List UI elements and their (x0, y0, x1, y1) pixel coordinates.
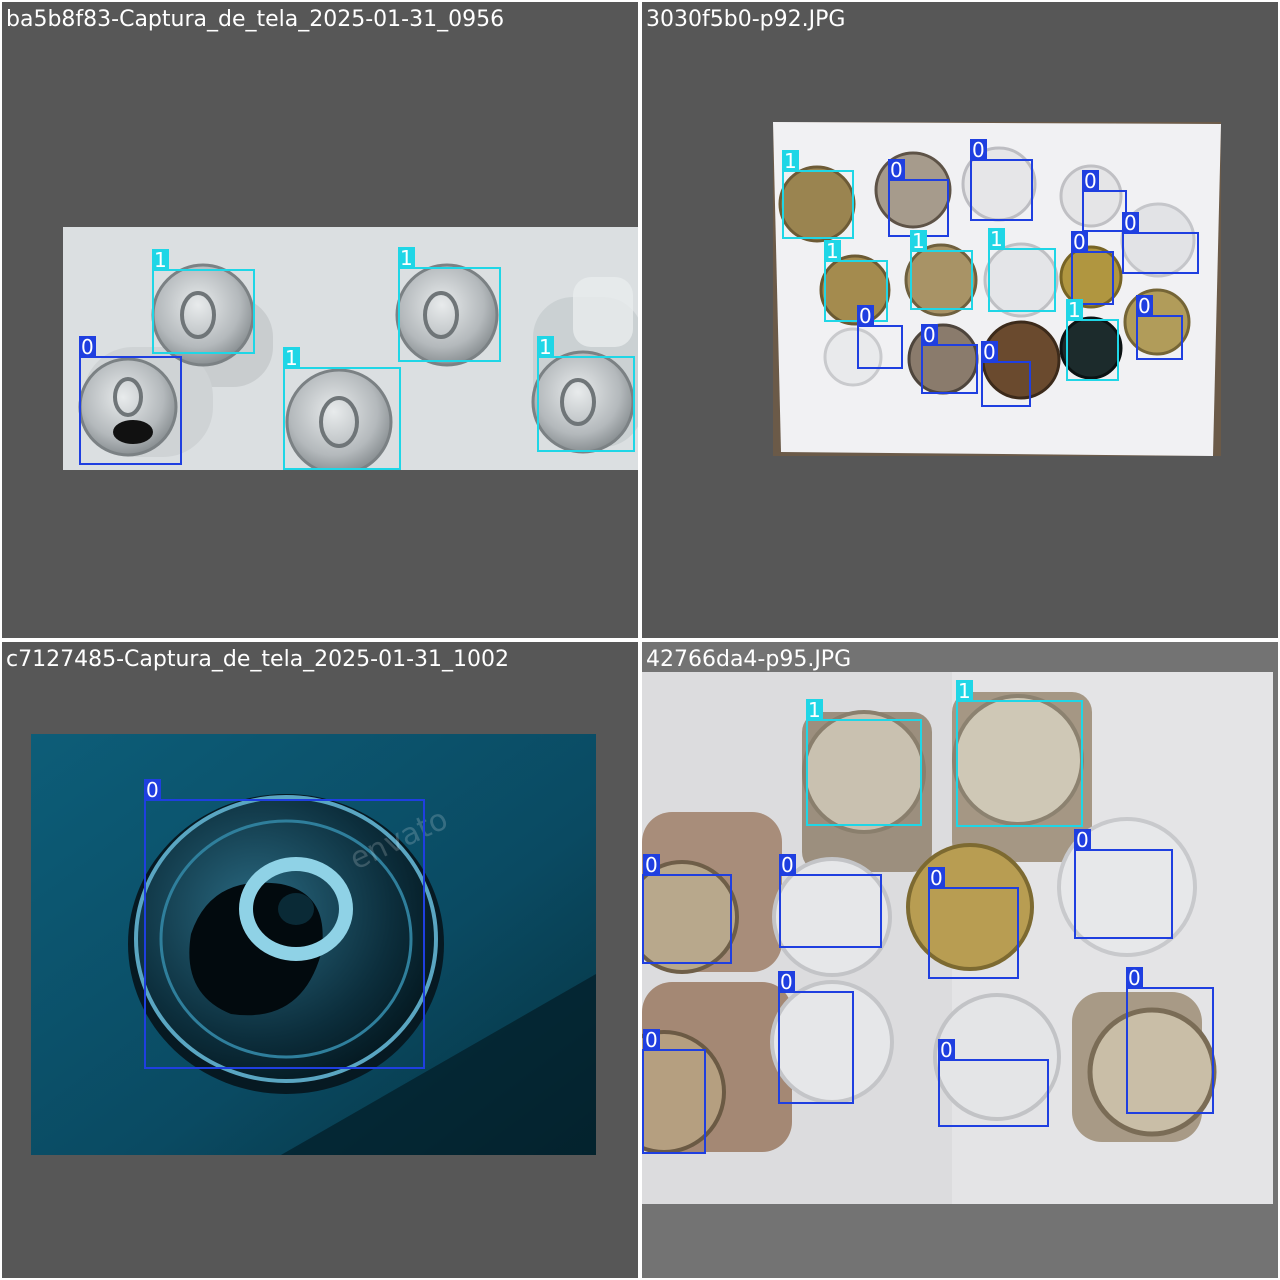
detection-label: 0 (1136, 294, 1153, 318)
mosaic-tile-1: ba5b8f83-Captura_de_tela_2025-01-31_0956 (2, 2, 638, 638)
detection-box: 0 (144, 779, 425, 1069)
detection-box: 0 (938, 1039, 1049, 1127)
detection-label: 1 (956, 679, 973, 703)
mosaic-tile-2: 3030f5b0-p92.JPG 1 0 0 0 0 1 1 1 0 0 0 0… (642, 2, 1278, 638)
detection-box: 0 (970, 139, 1033, 221)
detection-label: 0 (928, 866, 945, 890)
detection-box: 1 (152, 249, 255, 354)
detection-label: 1 (806, 698, 823, 722)
detection-label: 0 (1082, 169, 1099, 193)
detection-label: 1 (152, 248, 169, 272)
tile-title: 3030f5b0-p92.JPG (646, 7, 846, 32)
detection-box: 1 (1066, 299, 1119, 381)
detection-label: 0 (1074, 828, 1091, 852)
detection-label: 0 (938, 1038, 955, 1062)
detection-box: 0 (1126, 967, 1214, 1114)
mosaic-tile-4: 42766da4-p95.JPG 1 1 0 0 0 0 0 0 0 0 (642, 642, 1278, 1278)
mosaic-tile-3: c7127485-Captura_de_tela_2025-01-31_1002… (2, 642, 638, 1278)
tile-title: ba5b8f83-Captura_de_tela_2025-01-31_0956 (6, 7, 505, 32)
detection-label: 1 (988, 227, 1005, 251)
detection-label: 0 (981, 340, 998, 364)
detection-label: 0 (79, 335, 96, 359)
detection-label: 0 (857, 304, 874, 328)
detection-label: 0 (144, 778, 161, 802)
detection-box: 0 (928, 867, 1019, 979)
detection-box: 1 (824, 240, 888, 322)
detection-label: 1 (824, 239, 841, 263)
tile-title: 42766da4-p95.JPG (646, 647, 852, 672)
detection-box: 1 (988, 228, 1056, 312)
detection-box: 1 (910, 230, 973, 310)
detection-label: 0 (921, 323, 938, 347)
detection-box: 0 (642, 854, 732, 964)
detection-box: 1 (806, 699, 922, 826)
detection-box: 1 (537, 336, 635, 452)
detection-box: 0 (921, 324, 978, 394)
detection-box: 0 (79, 336, 182, 465)
detection-label: 1 (283, 346, 300, 370)
detection-label: 0 (888, 158, 905, 182)
detection-label: 1 (537, 335, 554, 359)
detection-box: 1 (283, 347, 401, 470)
detection-box: 1 (398, 247, 501, 362)
detection-box: 0 (1082, 170, 1127, 232)
detection-label: 1 (1066, 298, 1083, 322)
detection-box: 0 (1136, 295, 1183, 360)
detection-box: 1 (782, 150, 854, 239)
detection-box: 1 (956, 680, 1083, 827)
detection-box: 0 (857, 305, 903, 369)
detection-label: 1 (910, 229, 927, 253)
detection-box: 0 (778, 971, 854, 1104)
detection-box: 0 (779, 854, 882, 948)
detection-box: 0 (1122, 212, 1199, 274)
detection-box: 0 (1074, 829, 1173, 939)
detection-box: 0 (642, 1029, 706, 1154)
detection-label: 0 (779, 853, 796, 877)
detection-label: 0 (1071, 230, 1088, 254)
detection-label: 0 (643, 1028, 660, 1052)
detection-label: 1 (782, 149, 799, 173)
detection-label: 0 (1126, 966, 1143, 990)
detection-label: 0 (778, 970, 795, 994)
detection-label: 0 (643, 853, 660, 877)
detection-label: 1 (398, 246, 415, 270)
detection-box: 0 (981, 341, 1031, 407)
tile-title: c7127485-Captura_de_tela_2025-01-31_1002 (6, 647, 510, 672)
detection-label: 0 (1122, 211, 1139, 235)
detection-box: 0 (1071, 231, 1114, 305)
detection-label: 0 (970, 138, 987, 162)
